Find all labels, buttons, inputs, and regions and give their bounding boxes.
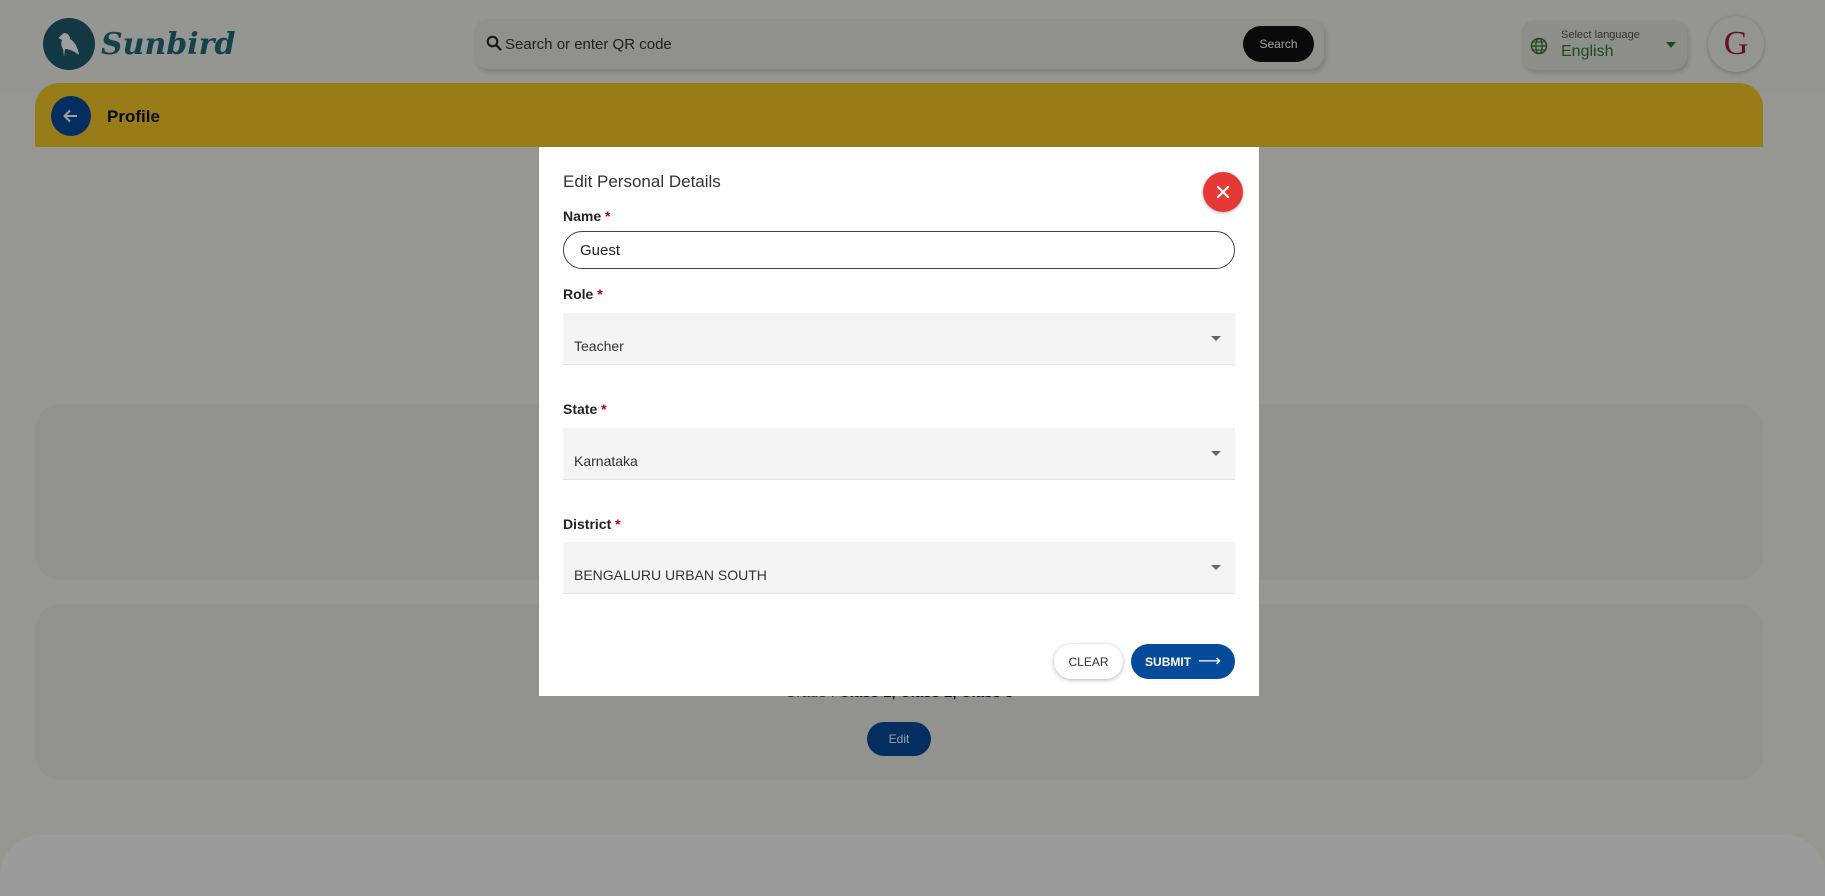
chevron-down-icon xyxy=(1211,336,1221,341)
state-value: Karnataka xyxy=(574,453,638,469)
district-label: District * xyxy=(563,516,621,532)
role-select[interactable]: Teacher xyxy=(563,313,1235,365)
state-label-text: State xyxy=(563,401,598,417)
state-label: State * xyxy=(563,401,607,417)
role-value: Teacher xyxy=(574,338,624,354)
name-input[interactable] xyxy=(563,231,1235,269)
dialog-title: Edit Personal Details xyxy=(563,172,721,191)
required-marker: * xyxy=(597,286,603,302)
close-button[interactable] xyxy=(1203,172,1243,212)
clear-button[interactable]: CLEAR xyxy=(1054,644,1123,679)
name-label-text: Name xyxy=(563,208,602,224)
district-label-text: District xyxy=(563,516,612,532)
submit-button[interactable]: SUBMIT ⟶ xyxy=(1131,644,1235,679)
chevron-down-icon xyxy=(1211,451,1221,456)
submit-label: SUBMIT xyxy=(1145,654,1192,669)
role-label-text: Role xyxy=(563,286,594,302)
role-label: Role * xyxy=(563,286,603,302)
district-value: BENGALURU URBAN SOUTH xyxy=(574,567,767,583)
edit-personal-details-dialog: Edit Personal Details Name * Role * Teac… xyxy=(539,147,1259,696)
required-marker: * xyxy=(615,516,621,532)
name-label: Name * xyxy=(563,208,610,224)
state-select[interactable]: Karnataka xyxy=(563,428,1235,480)
chevron-down-icon xyxy=(1211,565,1221,570)
required-marker: * xyxy=(601,401,607,417)
district-select[interactable]: BENGALURU URBAN SOUTH xyxy=(563,542,1235,594)
required-marker: * xyxy=(605,208,611,224)
arrow-right-icon: ⟶ xyxy=(1198,652,1221,670)
close-icon xyxy=(1216,185,1230,199)
